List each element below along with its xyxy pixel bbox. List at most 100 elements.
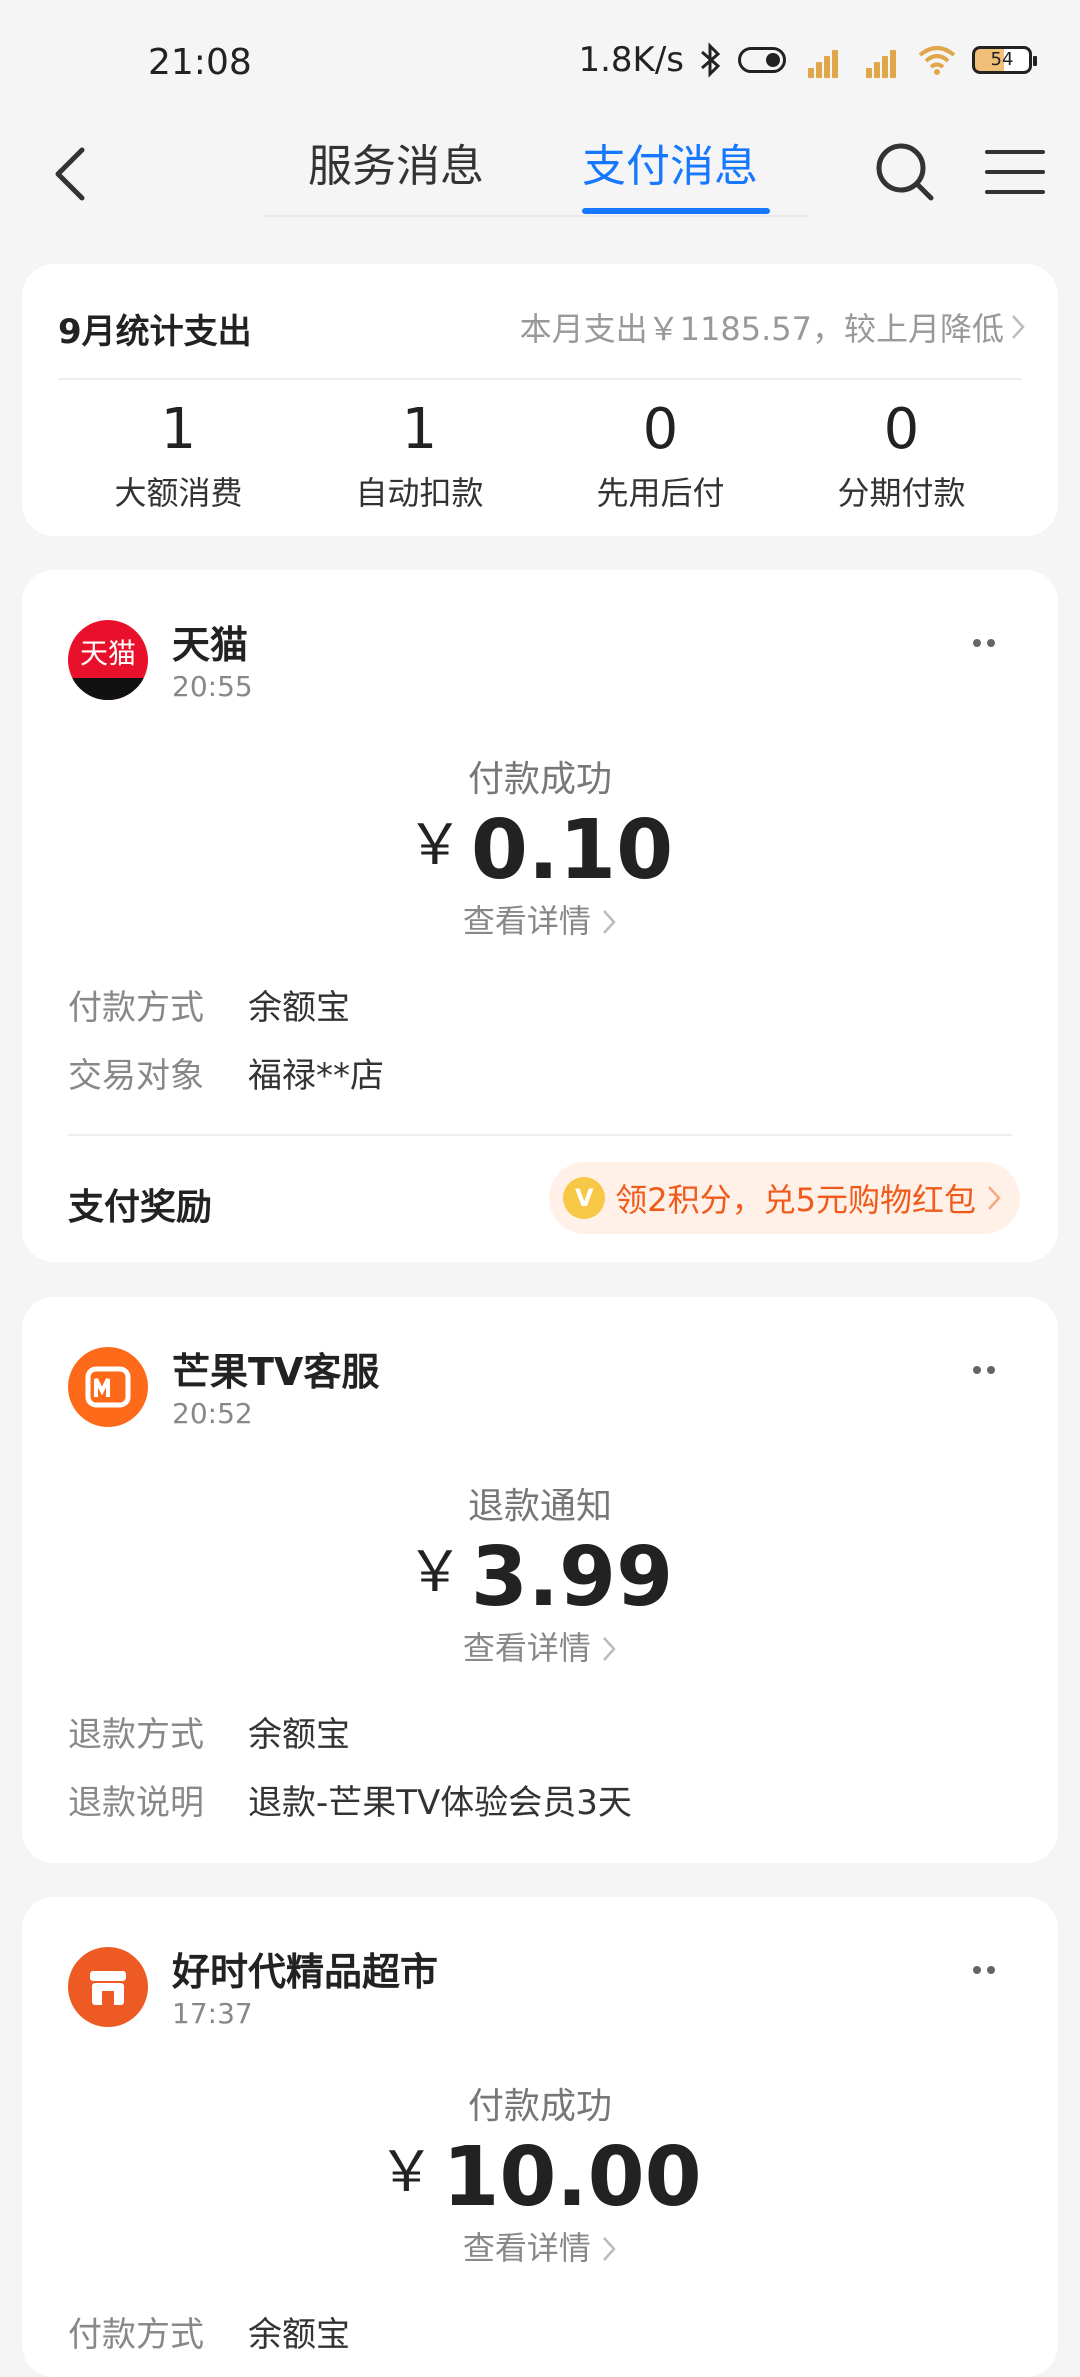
dot-icon bbox=[973, 639, 981, 647]
chevron-right-icon bbox=[603, 1637, 616, 1661]
stat-large-spending[interactable]: 1 大额消费 bbox=[58, 384, 299, 514]
wifi-icon bbox=[918, 46, 956, 75]
refund-amount: ￥3.99 bbox=[22, 1527, 1058, 1625]
dot-icon bbox=[973, 1966, 981, 1974]
message-time: 17:37 bbox=[172, 1997, 253, 2030]
tab-bar-line bbox=[262, 215, 810, 217]
chevron-right-icon bbox=[1012, 315, 1025, 339]
info-value: 余额宝 bbox=[248, 988, 350, 1028]
amount-value: 0.10 bbox=[470, 803, 674, 898]
merchant-name: 好时代精品超市 bbox=[172, 1950, 439, 1994]
search-button[interactable] bbox=[870, 132, 940, 212]
info-key: 付款方式 bbox=[68, 988, 204, 1028]
payment-message-card[interactable]: 天猫 天猫 20:55 付款成功 ￥0.10 查看详情 付款方式 余额宝 交易对… bbox=[22, 570, 1058, 1262]
view-details-link[interactable]: 查看详情 bbox=[22, 1623, 1058, 1669]
nfc-toggle-icon bbox=[738, 47, 786, 73]
payment-amount: ￥0.10 bbox=[22, 800, 1058, 898]
summary-title: 9月统计支出 bbox=[58, 312, 252, 352]
info-row: 交易对象 福禄**店 bbox=[68, 1048, 384, 1097]
battery-icon: 54 bbox=[972, 46, 1037, 74]
stat-value: 1 bbox=[160, 397, 197, 462]
tab-service-messages[interactable]: 服务消息 bbox=[308, 130, 484, 194]
signal-2-icon bbox=[858, 42, 902, 78]
card-divider bbox=[68, 1134, 1012, 1136]
amount-value: 3.99 bbox=[470, 1530, 674, 1625]
currency-symbol: ￥ bbox=[406, 813, 463, 878]
active-tab-indicator bbox=[582, 208, 770, 214]
info-value: 余额宝 bbox=[248, 1715, 350, 1755]
menu-icon bbox=[985, 150, 1045, 194]
mango-tv-icon bbox=[85, 1366, 131, 1408]
stat-value: 0 bbox=[883, 397, 920, 462]
status-icons: 1.8K/s 54 bbox=[578, 40, 1037, 80]
info-row: 退款方式 余额宝 bbox=[68, 1707, 350, 1756]
info-row: 退款说明 退款-芒果TV体验会员3天 bbox=[68, 1775, 632, 1824]
back-button[interactable] bbox=[40, 134, 100, 214]
header: 服务消息 支付消息 bbox=[0, 120, 1080, 230]
info-row: 付款方式 余额宝 bbox=[68, 2307, 350, 2356]
merchant-name: 芒果TV客服 bbox=[172, 1350, 380, 1394]
summary-link[interactable]: 本月支出￥1185.57，较上月降低 bbox=[520, 304, 1026, 350]
chevron-right-icon bbox=[603, 910, 616, 934]
summary-stats: 1 大额消费 1 自动扣款 0 先用后付 0 分期付款 bbox=[58, 384, 1022, 514]
menu-button[interactable] bbox=[980, 132, 1050, 212]
currency-symbol: ￥ bbox=[406, 1540, 463, 1605]
more-options-button[interactable] bbox=[954, 1955, 1014, 1985]
summary-link-text: 本月支出￥1185.57，较上月降低 bbox=[519, 310, 1004, 348]
stat-label: 自动扣款 bbox=[355, 474, 484, 512]
stat-label: 大额消费 bbox=[114, 474, 243, 512]
info-value: 福禄**店 bbox=[248, 1056, 384, 1096]
view-details-link[interactable]: 查看详情 bbox=[22, 2223, 1058, 2269]
view-details-text: 查看详情 bbox=[462, 2229, 591, 2267]
status-time: 21:08 bbox=[148, 42, 252, 83]
merchant-name: 天猫 bbox=[172, 623, 249, 667]
message-time: 20:52 bbox=[172, 1397, 253, 1430]
payment-message-card[interactable]: 好时代精品超市 17:37 付款成功 ￥10.00 查看详情 付款方式 余额宝 bbox=[22, 1897, 1058, 2377]
mango-tv-logo bbox=[68, 1347, 148, 1427]
summary-divider bbox=[58, 378, 1022, 380]
dot-icon bbox=[987, 1366, 995, 1374]
refund-message-card[interactable]: 芒果TV客服 20:52 退款通知 ￥3.99 查看详情 退款方式 余额宝 退款… bbox=[22, 1297, 1058, 1863]
more-options-button[interactable] bbox=[954, 1355, 1014, 1385]
net-speed: 1.8K/s bbox=[578, 40, 684, 80]
stat-label: 分期付款 bbox=[837, 474, 966, 512]
tmall-logo-text: 天猫 bbox=[79, 637, 136, 670]
tab-payment-messages[interactable]: 支付消息 bbox=[582, 130, 758, 194]
reward-button[interactable]: V 领2积分，兑5元购物红包 bbox=[549, 1162, 1020, 1234]
payment-status: 付款成功 bbox=[467, 2086, 612, 2127]
stat-auto-deduction[interactable]: 1 自动扣款 bbox=[299, 384, 540, 514]
dot-icon bbox=[987, 639, 995, 647]
currency-symbol: ￥ bbox=[378, 2140, 435, 2205]
dot-icon bbox=[973, 1366, 981, 1374]
view-details-link[interactable]: 查看详情 bbox=[22, 896, 1058, 942]
status-bar: 21:08 1.8K/s 54 bbox=[0, 0, 1080, 120]
stat-installments[interactable]: 0 分期付款 bbox=[781, 384, 1022, 514]
dot-icon bbox=[987, 1966, 995, 1974]
monthly-summary-card: 9月统计支出 本月支出￥1185.57，较上月降低 1 大额消费 1 自动扣款 … bbox=[22, 264, 1058, 536]
more-options-button[interactable] bbox=[954, 628, 1014, 658]
info-key: 退款说明 bbox=[68, 1783, 204, 1823]
payment-amount: ￥10.00 bbox=[22, 2127, 1058, 2225]
payment-status: 付款成功 bbox=[467, 759, 612, 800]
tmall-logo: 天猫 bbox=[68, 620, 148, 700]
chevron-right-icon bbox=[988, 1186, 1001, 1210]
view-details-text: 查看详情 bbox=[462, 1629, 591, 1667]
back-arrow-icon bbox=[55, 147, 85, 201]
stat-pay-later[interactable]: 0 先用后付 bbox=[540, 384, 781, 514]
info-row: 付款方式 余额宝 bbox=[68, 980, 350, 1029]
stat-value: 1 bbox=[401, 397, 438, 462]
refund-status: 退款通知 bbox=[467, 1486, 612, 1527]
info-key: 退款方式 bbox=[68, 1715, 204, 1755]
bluetooth-icon bbox=[701, 42, 721, 78]
stat-value: 0 bbox=[642, 397, 679, 462]
points-coin-icon: V bbox=[563, 1177, 606, 1219]
chevron-right-icon bbox=[603, 2237, 616, 2261]
store-icon bbox=[90, 1971, 126, 2005]
info-value: 余额宝 bbox=[248, 2315, 350, 2355]
info-key: 付款方式 bbox=[68, 2315, 204, 2355]
reward-text: 领2积分，兑5元购物红包 bbox=[615, 1181, 976, 1219]
message-time: 20:55 bbox=[172, 670, 253, 703]
tmall-logo-base bbox=[68, 678, 148, 700]
info-value: 退款-芒果TV体验会员3天 bbox=[248, 1783, 632, 1823]
search-icon bbox=[876, 143, 934, 201]
